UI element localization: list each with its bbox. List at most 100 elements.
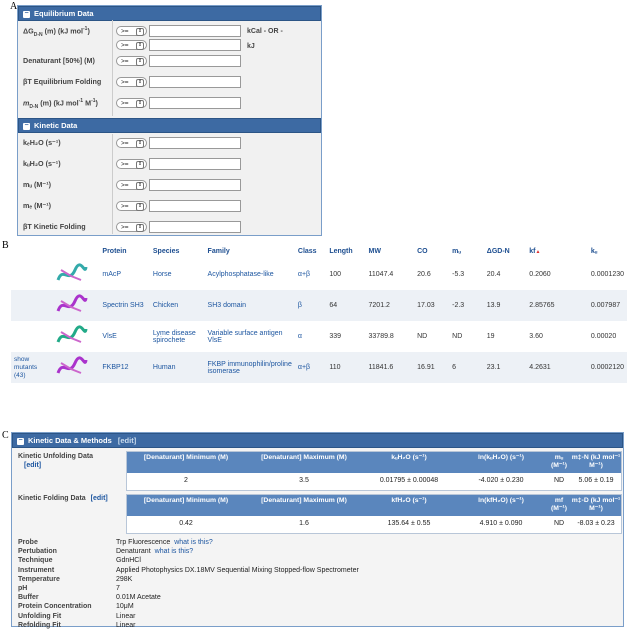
operator-select-dg-1[interactable]: >= ⇕ [116,26,147,36]
property-value: Linear [116,622,135,629]
col-mu[interactable]: mᵤ [449,243,484,259]
cell-family[interactable]: FKBP immunophilin/proline isomerase [205,352,295,383]
cell-kf: 2.85765 [529,302,555,309]
what-is-this-link[interactable]: what is this? [174,539,213,546]
operator-select-dg-2[interactable]: >= ⇕ [116,40,147,50]
cell-species[interactable]: Human [150,352,205,383]
col-class[interactable]: Class [295,243,326,259]
cell-protein[interactable]: VlsE [99,321,149,352]
table-row[interactable]: Spectrin SH3 Chicken SH3 domain β 64 7201.2 17… [11,290,627,321]
beta-eq-input[interactable] [149,76,241,88]
col-co[interactable]: CO [414,243,449,259]
table-row[interactable]: VlsE Lyme disease spirochete Variable surf… [11,321,627,352]
col-protein[interactable]: Protein [99,243,149,259]
folding-col-header: ln(kfH₂O) (s⁻¹) [455,495,547,516]
table-row[interactable]: show mutants (43) FKBP12 Human FKBP immunop… [11,352,627,383]
dg-input-kj[interactable] [149,39,241,51]
cell-class[interactable]: α [295,321,326,352]
structure-thumbnail[interactable] [52,352,99,383]
kinetic-header[interactable]: − Kinetic Data [18,118,321,133]
kf-input[interactable] [149,137,241,149]
cell-mu: -2.3 [452,302,465,309]
folding-edit-link[interactable]: [edit] [91,495,108,502]
show-mutants-link[interactable] [11,321,52,352]
folding-cell: -8.03 ± 0.23 [577,520,615,527]
cell-mw: 7201.2 [368,302,390,309]
cell-species[interactable]: Lyme disease spirochete [150,321,205,352]
folding-cell: 135.64 ± 0.55 [387,520,431,527]
col-ku[interactable]: kᵤ [588,243,627,259]
cell-protein[interactable]: Spectrin SH3 [99,290,149,321]
cell-class[interactable]: α+β [295,259,326,290]
table-row[interactable]: mAcP Horse Acylphosphatase-like α+β 100 11047… [11,259,627,290]
methods-header[interactable]: − Kinetic Data & Methods [edit] [12,433,623,448]
chevron-updown-icon: ⇕ [136,100,144,108]
structure-thumbnail[interactable] [52,290,99,321]
operator-select-kf[interactable]: >= ⇕ [116,138,147,148]
col-kf[interactable]: kf▲ [526,243,588,259]
operator-select-beta-eq[interactable]: >= ⇕ [116,77,147,87]
field-label-dg: ΔGD-N (m) (kJ mol-1) [23,26,90,38]
operator-select-beta-kin[interactable]: >= ⇕ [116,222,147,232]
cell-class[interactable]: α+β [295,352,326,383]
property-value: 7 [116,585,120,592]
cell-family[interactable]: Acylphosphatase-like [205,259,295,290]
cell-species[interactable]: Horse [150,259,205,290]
cell-length: 339 [329,333,342,340]
beta-kin-input[interactable] [149,221,241,233]
mdn-input[interactable] [149,97,241,109]
dg-input-kcal[interactable] [149,25,241,37]
cell-kf: 0.2060 [529,271,551,278]
ku-input[interactable] [149,158,241,170]
what-is-this-link[interactable]: what is this? [155,548,194,555]
folding-table: [Denaturant] Minimum (M) [Denaturant] Max… [126,494,622,534]
col-mw[interactable]: MW [366,243,415,259]
col-dg[interactable]: ΔGD-N [484,243,526,259]
cell-protein[interactable]: mAcP [99,259,149,290]
chevron-updown-icon: ⇕ [136,58,144,66]
operator-select-denaturant[interactable]: >= ⇕ [116,56,147,66]
mu-input[interactable] [149,179,241,191]
structure-thumbnail[interactable] [52,321,99,352]
cell-class[interactable]: β [295,290,326,321]
operator-value: >= [121,58,129,65]
search-form-panel: − Equilibrium Data ΔGD-N (m) (kJ mol-1) >… [17,5,322,236]
operator-select-mf[interactable]: >= ⇕ [116,201,147,211]
show-mutants-link[interactable]: show mutants (43) [11,352,52,383]
collapse-icon[interactable]: − [17,437,24,445]
col-species[interactable]: Species [150,243,205,259]
show-mutants-link[interactable] [11,290,52,321]
field-row-beta-eq: βT Equilibrium Folding >= ⇕ [18,72,321,93]
folding-label-block: Kinetic Folding Data [edit] [18,495,108,502]
field-label-ku: kᵤH₂O (s⁻¹) [23,159,61,168]
operator-select-mu[interactable]: >= ⇕ [116,180,147,190]
operator-select-ku[interactable]: >= ⇕ [116,159,147,169]
unfolding-edit-link[interactable]: [edit] [24,462,41,469]
col-length[interactable]: Length [326,243,365,259]
property-value: GdnHCl [116,557,141,564]
equilibrium-header[interactable]: − Equilibrium Data [18,6,321,21]
collapse-icon[interactable]: − [23,122,30,130]
operator-value: >= [121,140,129,147]
cell-kf: 4.2631 [529,364,551,371]
field-label-beta-kin: βT Kinetic Folding [23,222,86,231]
property-label: Protein Concentration [18,603,92,611]
col-family[interactable]: Family [205,243,295,259]
cell-family[interactable]: SH3 domain [205,290,295,321]
unfolding-col-header: ln(kᵤH₂O) (s⁻¹) [455,452,547,473]
structure-thumbnail[interactable] [52,259,99,290]
unfolding-col-header: [Denaturant] Maximum (M) [245,452,363,473]
cell-dg: 13.9 [486,302,501,309]
cell-protein[interactable]: FKBP12 [99,352,149,383]
operator-select-mdn[interactable]: >= ⇕ [116,98,147,108]
methods-edit-link[interactable]: [edit] [118,436,136,445]
collapse-icon[interactable]: − [23,10,30,18]
cell-species[interactable]: Chicken [150,290,205,321]
mf-input[interactable] [149,200,241,212]
cell-family[interactable]: Variable surface antigen VlsE [205,321,295,352]
show-mutants-link[interactable] [11,259,52,290]
denaturant-input[interactable] [149,55,241,67]
cell-mu: ND [452,333,463,340]
operator-value: >= [121,182,129,189]
property-value-text: Linear [116,621,136,629]
